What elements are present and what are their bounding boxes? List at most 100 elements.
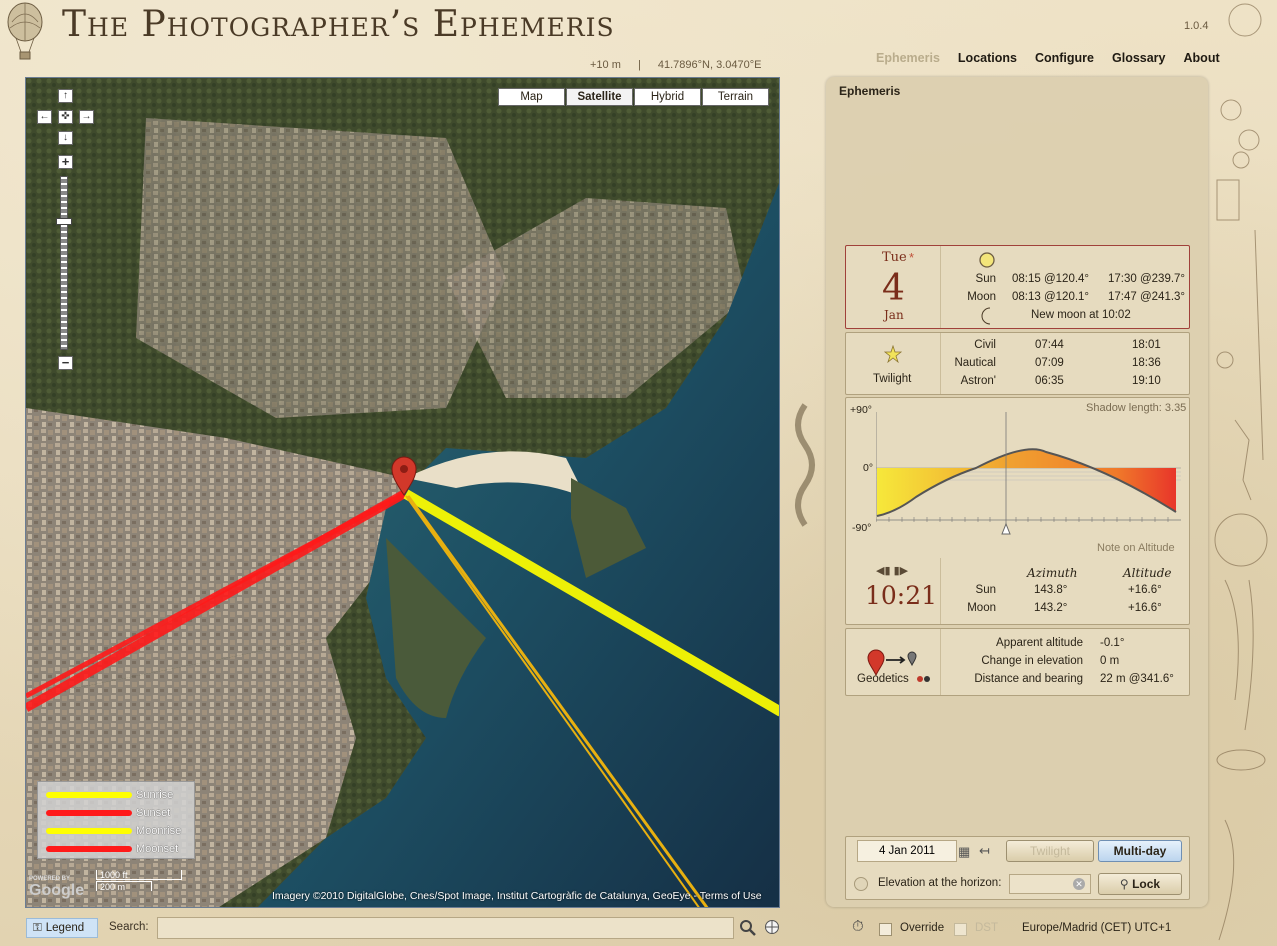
- geodetics-row-name: Apparent altitude: [996, 637, 1083, 649]
- pan-center-icon[interactable]: ✜: [58, 110, 73, 124]
- stopwatch-icon[interactable]: ⏱: [852, 918, 864, 935]
- reset-date-icon[interactable]: ↤: [979, 843, 990, 859]
- twilight-morning: 07:44: [1035, 339, 1064, 351]
- legend-moonrise-label: Moonrise: [136, 825, 182, 837]
- elevation-radio[interactable]: [854, 877, 868, 891]
- nav-ephemeris[interactable]: Ephemeris: [876, 51, 940, 65]
- azimuth-value: 143.2°: [1034, 602, 1068, 614]
- location-readout: +10 m | 41.7896°N, 3.0470°E: [590, 59, 775, 71]
- legend-sunrise-label: Sunrise: [136, 789, 174, 801]
- elevation-value: +10 m: [590, 59, 621, 71]
- override-checkbox[interactable]: [879, 923, 892, 936]
- legend-moonset-label: Moonset: [136, 843, 179, 855]
- map-type-hybrid[interactable]: Hybrid: [634, 88, 701, 106]
- satellite-map[interactable]: Map Satellite Hybrid Terrain ↑ ← ✜ → ↓ +…: [25, 77, 780, 908]
- altitude-value: +16.6°: [1128, 584, 1162, 596]
- key-icon: ⚿: [33, 921, 42, 934]
- twilight-morning: 06:35: [1035, 375, 1064, 387]
- legend-item: Moonset: [46, 840, 194, 858]
- zoom-slider[interactable]: [60, 176, 68, 350]
- pan-left-icon[interactable]: ←: [37, 110, 52, 124]
- twilight-label: Twilight: [873, 373, 912, 385]
- twilight-button[interactable]: Twilight: [1006, 840, 1094, 862]
- geodetics-box: Geodetics Apparent altitude -0.1° Change…: [845, 628, 1190, 696]
- altitude-box: +90° 0° -90° Shadow length: 3.35 Note on…: [845, 397, 1190, 625]
- geodetics-row-value: 0 m: [1100, 655, 1120, 667]
- panel-title: Ephemeris: [839, 84, 901, 98]
- lock-button-label: Lock: [1132, 877, 1161, 891]
- pin-icon: ⚲: [1119, 877, 1129, 891]
- zoom-out-icon[interactable]: −: [58, 356, 73, 370]
- today-marker: *: [909, 250, 915, 265]
- map-attribution[interactable]: Imagery ©2010 DigitalGlobe, Cnes/Spot Im…: [272, 890, 762, 902]
- twilight-evening: 19:10: [1132, 375, 1161, 387]
- decorative-illustrations: [1214, 3, 1268, 941]
- moon-label: Moon: [967, 291, 996, 303]
- map-type-selector: Map Satellite Hybrid Terrain: [497, 88, 769, 106]
- nav-configure[interactable]: Configure: [1035, 51, 1094, 65]
- date-input[interactable]: [857, 840, 957, 862]
- twilight-row-name: Civil: [974, 339, 996, 351]
- time-slider-handle: [1001, 522, 1011, 535]
- y-axis-zero: 0°: [863, 462, 874, 474]
- separator: |: [637, 59, 641, 71]
- pan-up-icon[interactable]: ↑: [58, 89, 73, 103]
- sun-icon: [979, 252, 995, 268]
- pan-right-icon[interactable]: →: [79, 110, 94, 124]
- moon-icon: [981, 307, 991, 325]
- search-label: Search:: [109, 921, 149, 933]
- nav-locations[interactable]: Locations: [958, 51, 1017, 65]
- nav-glossary[interactable]: Glossary: [1112, 51, 1166, 65]
- legend-button-label: Legend: [45, 922, 85, 934]
- note-on-altitude-link[interactable]: Note on Altitude: [1097, 542, 1175, 554]
- elevation-label: Elevation at the horizon:: [878, 877, 1002, 889]
- dst-checkbox[interactable]: [954, 923, 967, 936]
- map-legend: Sunrise Sunset Moonrise Moonset: [37, 781, 195, 859]
- weekday: Tue: [882, 250, 907, 265]
- multiday-button[interactable]: Multi-day: [1098, 840, 1182, 862]
- azimuth-header: Azimuth: [1027, 566, 1078, 580]
- time-row-name: Sun: [975, 584, 996, 596]
- map-type-terrain[interactable]: Terrain: [702, 88, 769, 106]
- map-scale: 1000 ft 200 m: [96, 870, 186, 900]
- twilight-morning: 07:09: [1035, 357, 1064, 369]
- y-axis-top: +90°: [850, 404, 873, 416]
- legend-button[interactable]: ⚿ Legend: [26, 918, 98, 938]
- map-type-satellite[interactable]: Satellite: [566, 88, 633, 106]
- zoom-slider-thumb[interactable]: [56, 218, 72, 225]
- twilight-row-name: Astron': [960, 375, 996, 387]
- main-nav: Ephemeris Locations Configure Glossary A…: [876, 51, 1220, 65]
- map-type-map[interactable]: Map: [498, 88, 565, 106]
- pan-down-icon[interactable]: ↓: [58, 131, 73, 145]
- target-icon[interactable]: [764, 919, 780, 935]
- scale-metric: 200 m: [96, 881, 152, 892]
- altitude-chart[interactable]: [876, 412, 1181, 536]
- search-input[interactable]: [157, 917, 734, 939]
- legend-sunset-label: Sunset: [136, 807, 171, 819]
- moonrise-value: 08:13 @120.1°: [1012, 291, 1090, 303]
- legend-item: Sunrise: [46, 786, 194, 804]
- day-number: 4: [882, 268, 905, 309]
- current-time[interactable]: 10:21: [865, 581, 937, 610]
- google-logo: POWERED BY Google: [29, 876, 85, 899]
- star-icon: [884, 345, 902, 363]
- calendar-icon[interactable]: ▦: [958, 844, 970, 860]
- twilight-evening: 18:36: [1132, 357, 1161, 369]
- timezone[interactable]: Europe/Madrid (CET) UTC+1: [1022, 922, 1171, 934]
- twilight-box: Twilight Civil 07:44 18:01 Nautical 07:0…: [845, 332, 1190, 395]
- clear-icon[interactable]: ✕: [1073, 878, 1085, 890]
- decorative-ornament: [795, 403, 815, 527]
- search-icon[interactable]: [739, 919, 757, 937]
- moonset-value: 17:47 @241.3°: [1108, 291, 1186, 303]
- twilight-evening: 18:01: [1132, 339, 1161, 351]
- time-step-icon[interactable]: ◀▮ ▮▶: [876, 564, 908, 577]
- legend-item: Moonrise: [46, 822, 194, 840]
- legend-item: Sunset: [46, 804, 194, 822]
- geodetics-label: Geodetics: [857, 673, 909, 685]
- moon-phase: New moon at 10:02: [1031, 309, 1131, 321]
- app-title: The Photographer’s Ephemeris: [62, 4, 615, 45]
- zoom-in-icon[interactable]: +: [58, 155, 73, 169]
- lock-button[interactable]: ⚲ Lock: [1098, 873, 1182, 895]
- dst-label: DST: [975, 922, 998, 934]
- geodetics-row-value: -0.1°: [1100, 637, 1125, 649]
